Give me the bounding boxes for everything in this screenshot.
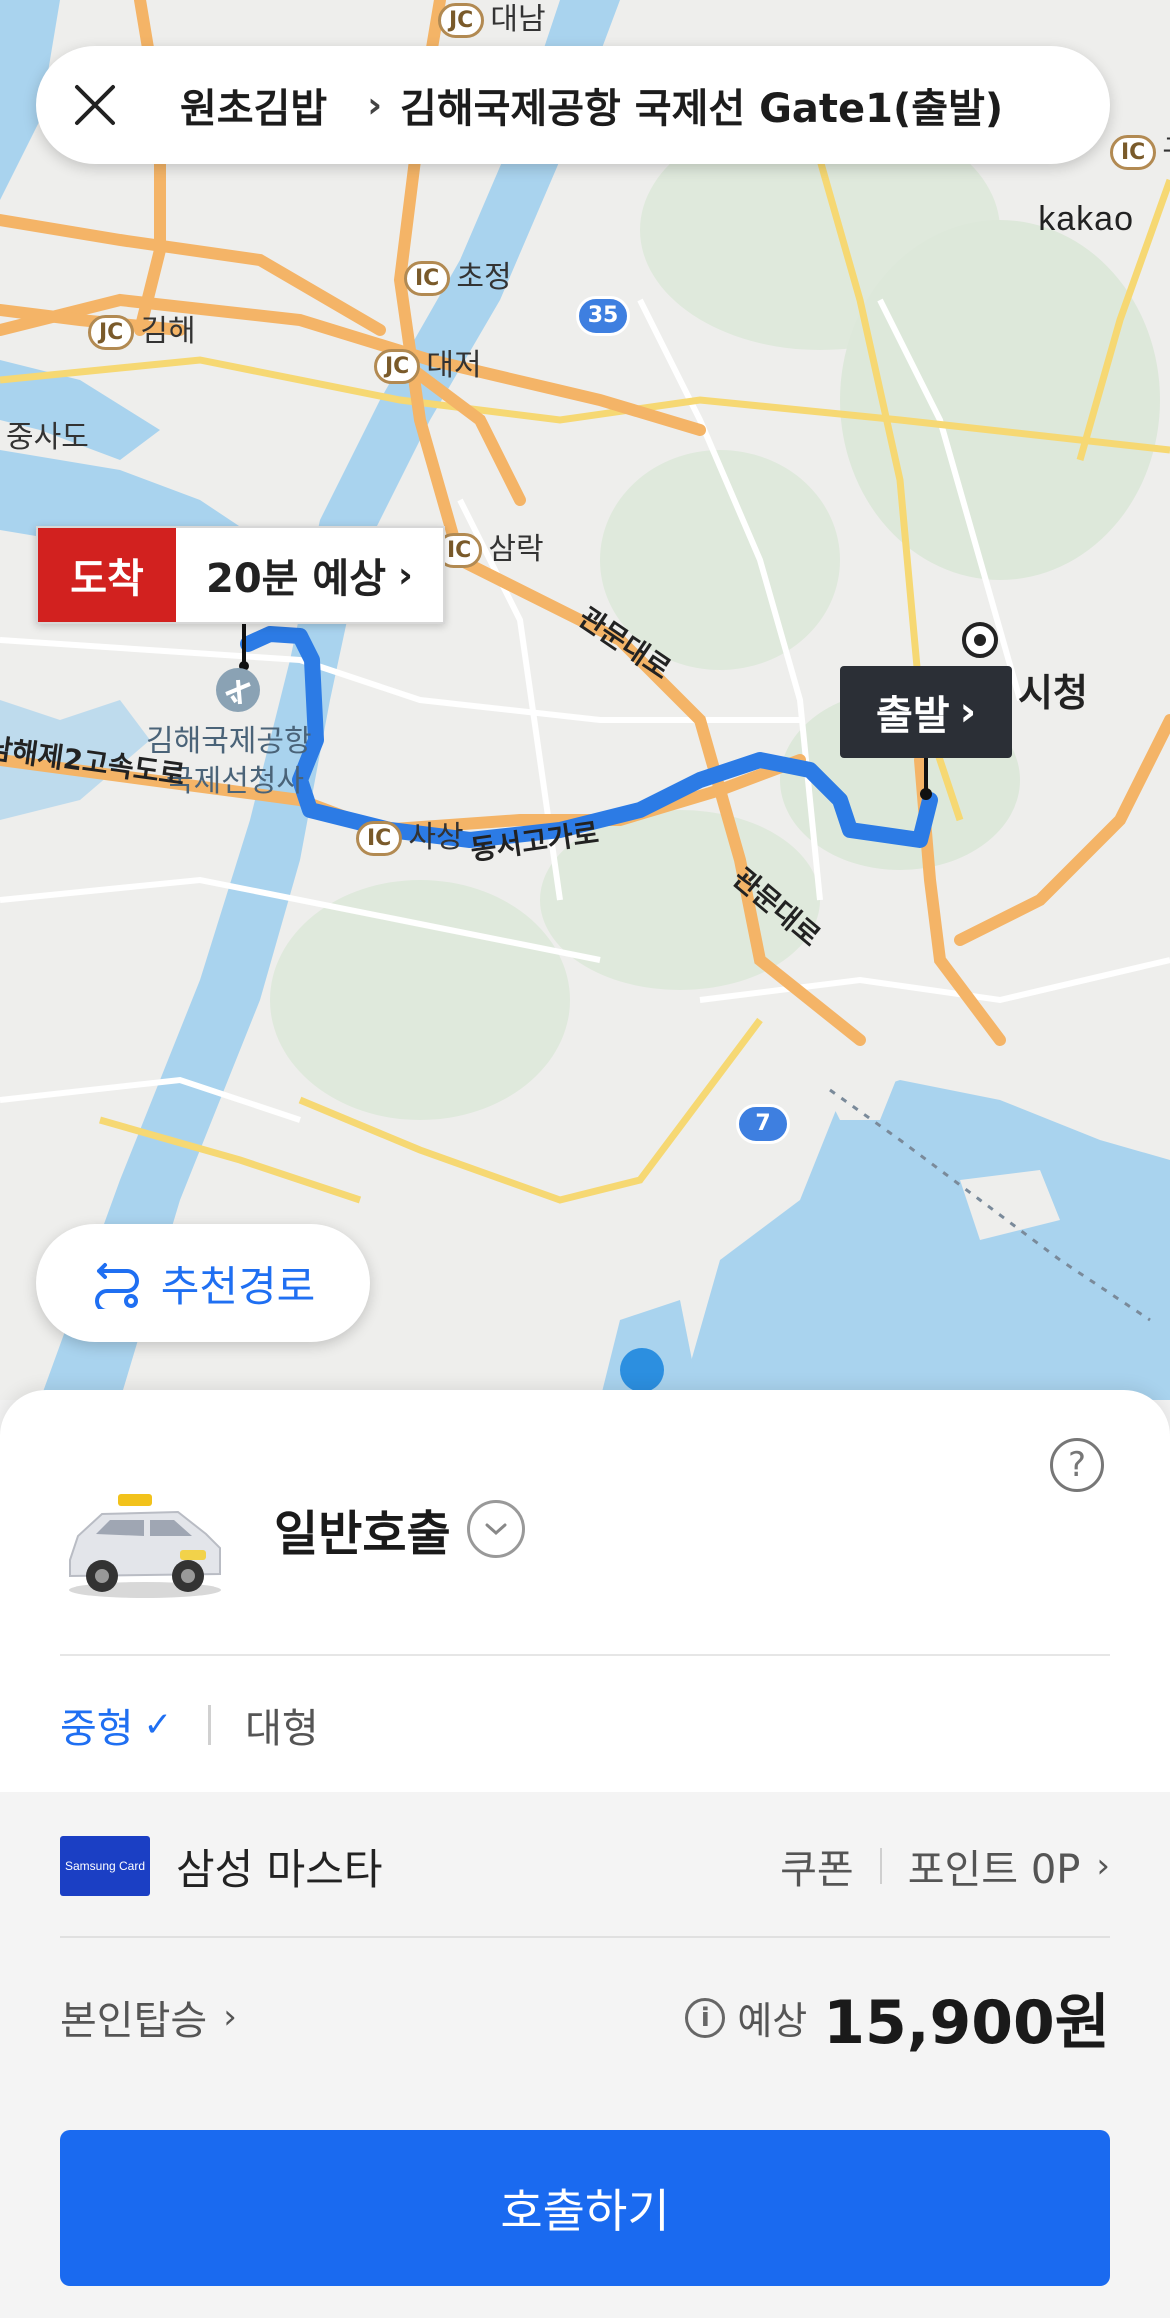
route-icon (94, 1263, 139, 1309)
call-type-label: 일반호출 (274, 1506, 451, 1562)
taxi-car-icon (69, 1494, 221, 1598)
size-option-medium[interactable]: 중형 ✓ (60, 1696, 172, 1754)
chevron-right-icon: › (959, 689, 977, 735)
divider (879, 1848, 882, 1884)
chevron-right-icon: › (398, 554, 413, 596)
fare-amount: 15,900원 (823, 1988, 1110, 2058)
call-type-selector[interactable]: 일반호출 (274, 1494, 525, 1564)
destination-label: 김해국제공항 국제선 Gate1(출발) (400, 86, 1004, 132)
map-label-cityhall: 시청 (1018, 671, 1088, 715)
map-label-jungsado: 중사도 (6, 420, 89, 455)
payment-row[interactable]: Samsung Card 삼성 마스타 쿠폰 포인트 0P › (60, 1822, 1110, 1910)
route-header: 원초김밥 › 김해국제공항 국제선 Gate1(출발) (36, 46, 1110, 164)
map-label-daejeo-jc: JC 대저 (374, 340, 482, 384)
map-label-samrak-ic: IC 삼락 (436, 524, 544, 568)
map-label-terminal: 국제선청사 (166, 764, 304, 799)
info-icon[interactable]: i (685, 1997, 726, 2038)
self-ride-option[interactable]: 본인탑승 › (60, 1988, 237, 2046)
arrival-eta: 20분 예상 › (176, 528, 443, 622)
vehicle-size-options: 중형 ✓ 대형 (60, 1696, 319, 1754)
size-option-large[interactable]: 대형 (245, 1696, 319, 1754)
map-label-gu: IC구 (1110, 126, 1170, 170)
arrival-tag[interactable]: 도착 20분 예상 › (36, 526, 445, 624)
map-label-chojeong-ic: IC 초정 (404, 252, 512, 296)
route-summary[interactable]: 원초김밥 › 김해국제공항 국제선 Gate1(출발) (180, 76, 1003, 134)
divider (60, 1654, 1110, 1656)
chevron-right-icon: › (367, 84, 383, 126)
map-provider-logo: kakao (1038, 200, 1134, 238)
call-taxi-button[interactable]: 호출하기 (60, 2130, 1110, 2286)
help-button[interactable]: ? (1050, 1438, 1104, 1492)
self-ride-label: 본인탑승 (60, 1998, 208, 2044)
divider (208, 1705, 212, 1745)
chevron-down-icon (466, 1500, 525, 1558)
coupon-label[interactable]: 쿠폰 (780, 1837, 854, 1895)
recommend-route-label: 추천경로 (160, 1261, 316, 1311)
chevron-right-icon: › (1096, 1846, 1110, 1886)
map-label-sasang-ic: IC 사상 (356, 812, 464, 856)
close-button[interactable] (36, 46, 154, 164)
points-label[interactable]: 포인트 0P (908, 1837, 1081, 1895)
call-bottom-sheet: ? 일반호출 중형 ✓ 대형 Samsung Card 삼성 마스타 쿠폰 포인… (0, 1390, 1170, 2318)
chevron-right-icon: › (223, 1997, 237, 2037)
map-view[interactable]: JC 대남 JC 김해 IC 초정 JC 대저 중사도 IC 삼락 김해국제공항 국제선청… (0, 0, 1170, 1400)
close-icon (75, 85, 115, 125)
payment-card-name: 삼성 마스타 (176, 1844, 383, 1894)
arrival-eta-text: 20분 예상 (206, 556, 386, 602)
map-label-gimhae-jc: JC 김해 (88, 306, 196, 350)
origin-label: 원초김밥 (180, 86, 328, 132)
departure-label: 출발 (875, 693, 950, 739)
estimated-fare: i 예상 15,900원 (685, 1974, 1110, 2061)
fare-label: 예상 (737, 1999, 808, 2043)
check-icon: ✓ (143, 1705, 173, 1745)
departure-tag[interactable]: 출발 › (840, 666, 1012, 758)
highway-shield-35: 35 (576, 296, 630, 336)
highway-shield-7: 7 (736, 1104, 790, 1144)
divider (60, 1936, 1110, 1938)
discount-options[interactable]: 쿠폰 포인트 0P › (780, 1837, 1110, 1895)
map-label-daenam: JC 대남 (438, 0, 546, 38)
arrival-label: 도착 (38, 528, 176, 622)
recommend-route-button[interactable]: 추천경로 (36, 1224, 370, 1342)
size-option-medium-label: 중형 (60, 1706, 134, 1752)
samsung-card-icon: Samsung Card (60, 1836, 150, 1896)
